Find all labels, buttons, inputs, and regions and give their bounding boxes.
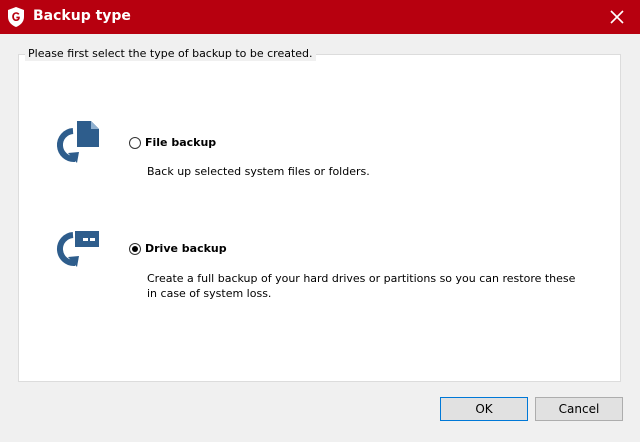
drive-backup-description-line2: in case of system loss. bbox=[147, 287, 272, 300]
radio-drive-backup-circle[interactable] bbox=[129, 242, 141, 255]
title-bar: Backup type bbox=[0, 0, 640, 34]
radio-drive-backup[interactable]: Drive backup bbox=[129, 242, 227, 255]
drive-backup-icon bbox=[56, 231, 99, 267]
close-button[interactable] bbox=[594, 0, 640, 34]
radio-file-backup[interactable]: File backup bbox=[129, 136, 216, 149]
close-icon bbox=[610, 10, 624, 24]
file-backup-label: File backup bbox=[145, 136, 217, 149]
backup-type-dialog: Backup type Please first select the type… bbox=[0, 0, 640, 442]
radio-file-backup-circle[interactable] bbox=[129, 136, 141, 149]
drive-backup-label: Drive backup bbox=[145, 242, 227, 255]
window-title: Backup type bbox=[33, 8, 131, 24]
file-backup-icon bbox=[56, 121, 99, 163]
file-backup-description: Back up selected system files or folders… bbox=[147, 165, 370, 178]
backup-type-group: Please first select the type of backup t… bbox=[18, 47, 621, 382]
cancel-button[interactable]: Cancel bbox=[535, 397, 623, 421]
drive-backup-description-line1: Create a full backup of your hard drives… bbox=[147, 272, 576, 285]
drive-backup-description: Create a full backup of your hard drives… bbox=[147, 271, 575, 301]
group-legend: Please first select the type of backup t… bbox=[25, 47, 316, 61]
ok-button[interactable]: OK bbox=[440, 397, 528, 421]
gdata-shield-icon bbox=[8, 7, 24, 27]
